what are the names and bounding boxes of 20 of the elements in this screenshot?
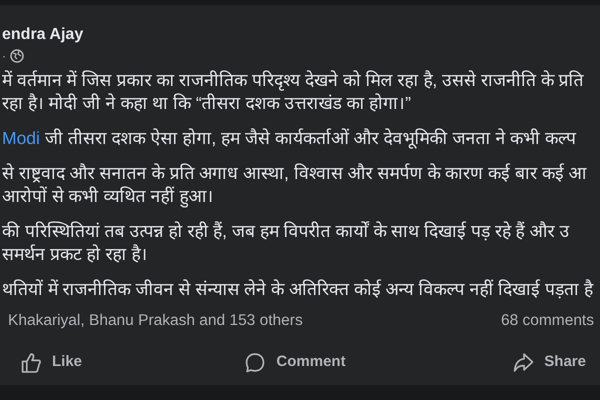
thumbs-up-icon [20, 352, 42, 373]
profile-link[interactable]: Modi [2, 127, 40, 150]
comments-count[interactable]: 68 comments [500, 309, 594, 332]
post-text: समर्थन प्रकट हो रहा है। [2, 243, 148, 266]
comment-button[interactable]: Comment [200, 344, 400, 380]
post-text: से राष्ट्रवाद और सनातन के प्रति अगाध आस्था, विश्वास और समर्पण के कारण कई बार कई आ [2, 162, 588, 185]
post-text: थतियों में राजनीतिक जीवन से संन्यास लेने के अतिरिक्त कोई अन्य विकल्प नहीं दिखाई पड़ता है [2, 278, 594, 301]
like-button[interactable]: Like [0, 344, 200, 380]
post-text: में वर्तमान में जिस प्रकार का राजनीतिक परिदृश्य देखने को मिल रहा है, उससे राजनीति के प्रति [2, 69, 585, 92]
reactions-summary[interactable]: Khakariyal, Bhanu Prakash and 153 others [8, 309, 303, 332]
separator-dot: · [2, 48, 6, 65]
share-button[interactable]: Share [400, 344, 600, 380]
author-name[interactable]: endra Ajay [2, 25, 600, 45]
speech-bubble-icon [244, 352, 266, 373]
post-text: आरोपों से कभी व्यथित नहीं हुआ। [2, 185, 214, 208]
post-text: की परिस्थितियां तब उत्पन्न हो रही हैं, जब हम विपरीत कार्यों के साथ दिखाई पड़ रहे हैं और उ [2, 220, 570, 243]
globe-icon [10, 49, 24, 63]
post-text: जी तीसरा दशक ऐसा होगा, हम जैसे कार्यकर्ताओं और देवभूमिकी जनता ने कभी कल्प [44, 127, 576, 150]
post-text: रहा है। मोदी जी ने कहा था कि “तीसरा दशक उत्तराखंड का होगा।” [2, 92, 412, 115]
share-arrow-icon [512, 352, 534, 373]
